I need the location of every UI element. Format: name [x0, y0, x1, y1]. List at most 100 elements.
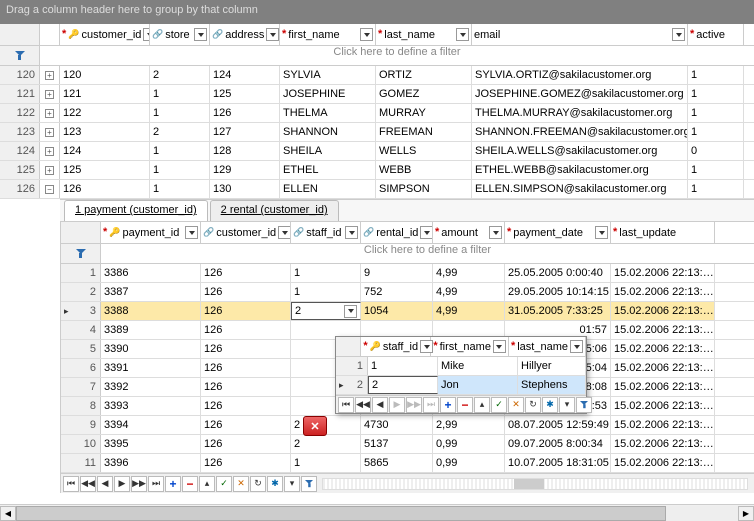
nav-next[interactable]: ▶	[389, 397, 405, 413]
cell-payment-date[interactable]: 29.05.2005 10:14:15	[505, 283, 611, 301]
cell-email[interactable]: THELMA.MURRAY@sakilacustomer.org	[472, 104, 688, 122]
nav-next-page[interactable]: ▶▶	[406, 397, 422, 413]
filter-dropdown-icon[interactable]	[672, 28, 685, 41]
cell-rental-id[interactable]: 5865	[361, 454, 433, 472]
nav-goto-bookmark[interactable]: ▾	[284, 476, 300, 492]
nav-refresh[interactable]: ↻	[250, 476, 266, 492]
cell-last-update[interactable]: 15.02.2006 22:13:…	[611, 435, 715, 453]
cell-email[interactable]: SHANNON.FREEMAN@sakilacustomer.org	[472, 123, 688, 141]
cell-staff-id[interactable]: 1	[291, 264, 361, 282]
popup-col-last-name[interactable]: * last_name	[509, 337, 586, 356]
col-last-update[interactable]: * last_update	[611, 222, 715, 243]
filter-dropdown-icon[interactable]	[456, 28, 469, 41]
nav-first[interactable]: ⏮	[338, 397, 354, 413]
cell-last-update[interactable]: 15.02.2006 22:13:…	[611, 416, 715, 434]
cell-payment-id[interactable]: 3392	[101, 378, 201, 396]
cell-amount[interactable]: 4,99	[433, 283, 505, 301]
cell-last-update[interactable]: 15.02.2006 22:13:…	[611, 283, 715, 301]
col-active[interactable]: * active	[688, 24, 744, 45]
cell-last-name[interactable]: WEBB	[376, 161, 472, 179]
expander[interactable]: +	[40, 142, 60, 160]
table-row[interactable]: 113396126158650,9910.07.2005 18:31:0515.…	[61, 454, 754, 473]
col-customer-id[interactable]: * 🔑 customer_id	[60, 24, 150, 45]
cell-email[interactable]: SHEILA.WELLS@sakilacustomer.org	[472, 142, 688, 160]
cell-payment-date[interactable]: 25.05.2005 0:00:40	[505, 264, 611, 282]
cell-store[interactable]: 2	[150, 66, 210, 84]
cell-address[interactable]: 128	[210, 142, 280, 160]
nav-filter[interactable]	[301, 476, 317, 492]
nav-last[interactable]: ⏭	[148, 476, 164, 492]
cell-last-name[interactable]: Stephens	[518, 376, 586, 394]
cell-last-name[interactable]: FREEMAN	[376, 123, 472, 141]
tab-rental[interactable]: 2 rental (customer_id)	[210, 200, 339, 221]
nav-next[interactable]: ▶	[114, 476, 130, 492]
nav-edit[interactable]: ▴	[474, 397, 490, 413]
filter-dropdown-icon[interactable]	[489, 226, 502, 239]
table-row[interactable]: 126−1261130ELLENSIMPSONELLEN.SIMPSON@sak…	[0, 180, 754, 199]
cell-customer-id[interactable]: 126	[201, 264, 291, 282]
cell-first-name[interactable]: SHEILA	[280, 142, 376, 160]
expander[interactable]: −	[40, 180, 60, 198]
scroll-right-icon[interactable]: ▶	[738, 506, 754, 521]
filter-dropdown-icon[interactable]	[493, 340, 506, 353]
cell-customer-id[interactable]: 126	[201, 416, 291, 434]
cell-last-update[interactable]: 15.02.2006 22:13:…	[611, 321, 715, 339]
cell-first-name[interactable]: JOSEPHINE	[280, 85, 376, 103]
cell-payment-id[interactable]: 3388	[101, 302, 201, 320]
lookup-row[interactable]: 11MikeHillyer	[336, 357, 586, 376]
cell-store[interactable]: 1	[150, 180, 210, 198]
filter-dropdown-icon[interactable]	[420, 226, 433, 239]
nav-prev[interactable]: ◀	[97, 476, 113, 492]
cell-customer-id[interactable]: 124	[60, 142, 150, 160]
cell-first-name[interactable]: SYLVIA	[280, 66, 376, 84]
cell-email[interactable]: ELLEN.SIMPSON@sakilacustomer.org	[472, 180, 688, 198]
table-row[interactable]: 125+1251129ETHELWEBBETHEL.WEBB@sakilacus…	[0, 161, 754, 180]
cell-payment-id[interactable]: 3391	[101, 359, 201, 377]
cell-customer-id[interactable]: 126	[201, 359, 291, 377]
cell-customer-id[interactable]: 122	[60, 104, 150, 122]
nav-first[interactable]: ⏮	[63, 476, 79, 492]
cell-store[interactable]: 1	[150, 104, 210, 122]
table-row[interactable]: 123+1232127SHANNONFREEMANSHANNON.FREEMAN…	[0, 123, 754, 142]
expander[interactable]: +	[40, 123, 60, 141]
col-last-name[interactable]: * last_name	[376, 24, 472, 45]
table-row[interactable]: 122+1221126THELMAMURRAYTHELMA.MURRAY@sak…	[0, 104, 754, 123]
cell-customer-id[interactable]: 126	[201, 340, 291, 358]
cell-payment-id[interactable]: 3387	[101, 283, 201, 301]
cell-active[interactable]: 0	[688, 142, 744, 160]
col-staff-id[interactable]: 🔗 staff_id	[291, 222, 361, 243]
filter-dropdown-icon[interactable]	[185, 226, 198, 239]
cell-payment-id[interactable]: 3389	[101, 321, 201, 339]
cell-last-update[interactable]: 15.02.2006 22:13:…	[611, 454, 715, 472]
cell-email[interactable]: JOSEPHINE.GOMEZ@sakilacustomer.org	[472, 85, 688, 103]
table-row[interactable]: 93394126247302,9908.07.2005 12:59:4915.0…	[61, 416, 754, 435]
cell-payment-date[interactable]: 31.05.2005 7:33:25	[505, 302, 611, 320]
cell-rental-id[interactable]: 9	[361, 264, 433, 282]
nav-delete[interactable]: −	[457, 397, 473, 413]
cell-amount[interactable]: 0,99	[433, 454, 505, 472]
cell-first-name[interactable]: Jon	[438, 376, 518, 394]
filter-dropdown-icon[interactable]	[360, 28, 373, 41]
cell-amount[interactable]: 0,99	[433, 435, 505, 453]
cell-payment-id[interactable]: 3394	[101, 416, 201, 434]
table-row[interactable]: 103395126251370,9909.07.2005 8:00:3415.0…	[61, 435, 754, 454]
nav-delete[interactable]: −	[182, 476, 198, 492]
nav-refresh[interactable]: ↻	[525, 397, 541, 413]
nav-goto-bookmark[interactable]: ▾	[559, 397, 575, 413]
cell-last-name[interactable]: SIMPSON	[376, 180, 472, 198]
filter-icon[interactable]	[14, 50, 26, 62]
cell-amount[interactable]: 4,99	[433, 264, 505, 282]
filter-hint[interactable]: Click here to define a filter	[40, 46, 754, 65]
table-row[interactable]: 13386126194,9925.05.2005 0:00:4015.02.20…	[61, 264, 754, 283]
cell-address[interactable]: 127	[210, 123, 280, 141]
cell-address[interactable]: 130	[210, 180, 280, 198]
nav-post[interactable]: ✓	[216, 476, 232, 492]
nav-edit[interactable]: ▴	[199, 476, 215, 492]
cell-customer-id[interactable]: 126	[201, 321, 291, 339]
filter-dropdown-icon[interactable]	[345, 226, 358, 239]
cell-active[interactable]: 1	[688, 161, 744, 179]
group-by-bar[interactable]: Drag a column header here to group by th…	[0, 0, 754, 24]
nav-last[interactable]: ⏭	[423, 397, 439, 413]
cell-last-update[interactable]: 15.02.2006 22:13:…	[611, 302, 715, 320]
cell-last-update[interactable]: 15.02.2006 22:13:…	[611, 264, 715, 282]
